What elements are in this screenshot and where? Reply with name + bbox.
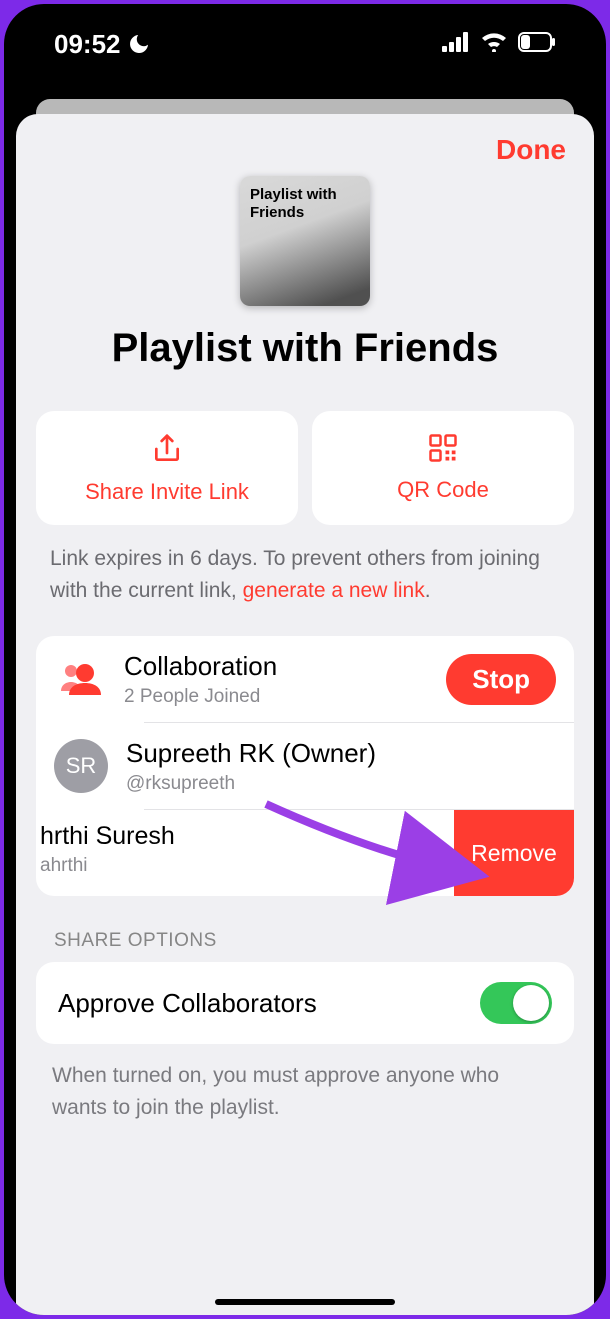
generate-new-link[interactable]: generate a new link [243, 579, 425, 602]
share-sheet: Done Playlist with Friends Playlist with… [16, 114, 594, 1315]
owner-name: Supreeth RK (Owner) [126, 738, 556, 769]
collaboration-subtitle: 2 People Joined [124, 686, 446, 708]
done-button[interactable]: Done [496, 134, 566, 166]
page-title: Playlist with Friends [16, 326, 594, 371]
playlist-cover: Playlist with Friends [240, 176, 370, 306]
cover-title: Playlist with Friends [250, 186, 360, 222]
member-name: hrthi Suresh [40, 822, 454, 851]
wifi-icon [480, 32, 508, 57]
owner-handle: @rksupreeth [126, 773, 556, 795]
approve-collaborators-label: Approve Collaborators [58, 988, 317, 1019]
share-options-header: SHARE OPTIONS [16, 896, 594, 962]
collaboration-group: Collaboration 2 People Joined Stop SR Su… [36, 636, 574, 896]
approve-collaborators-row[interactable]: Approve Collaborators [36, 962, 574, 1044]
share-invite-link-card[interactable]: Share Invite Link [36, 411, 298, 525]
phone-frame: 09:52 Done Playlist with Friends Playlis… [4, 4, 606, 1315]
status-time: 09:52 [54, 29, 121, 60]
cellular-icon [442, 32, 470, 57]
collaboration-row: Collaboration 2 People Joined Stop [36, 636, 574, 722]
battery-icon [518, 32, 556, 57]
avatar: SR [54, 739, 108, 793]
collaboration-title: Collaboration [124, 651, 446, 682]
moon-icon [127, 32, 151, 56]
link-expiry-note: Link expires in 6 days. To prevent other… [16, 525, 594, 606]
home-indicator [215, 1299, 395, 1305]
approve-note: When turned on, you must approve anyone … [16, 1044, 594, 1123]
qr-code-card[interactable]: QR Code [312, 411, 574, 525]
share-icon [46, 433, 288, 465]
status-bar: 09:52 [4, 4, 606, 84]
stop-button[interactable]: Stop [446, 654, 556, 705]
owner-row[interactable]: SR Supreeth RK (Owner) @rksupreeth [36, 723, 574, 809]
qr-code-label: QR Code [322, 477, 564, 503]
share-invite-link-label: Share Invite Link [46, 479, 288, 505]
people-icon [54, 661, 106, 697]
remove-button[interactable]: Remove [454, 810, 574, 896]
qr-icon [322, 433, 564, 463]
member-handle: ahrthi [40, 855, 454, 877]
member-row-swiped[interactable]: hrthi Suresh ahrthi Remove [36, 810, 574, 896]
approve-toggle[interactable] [480, 982, 552, 1024]
